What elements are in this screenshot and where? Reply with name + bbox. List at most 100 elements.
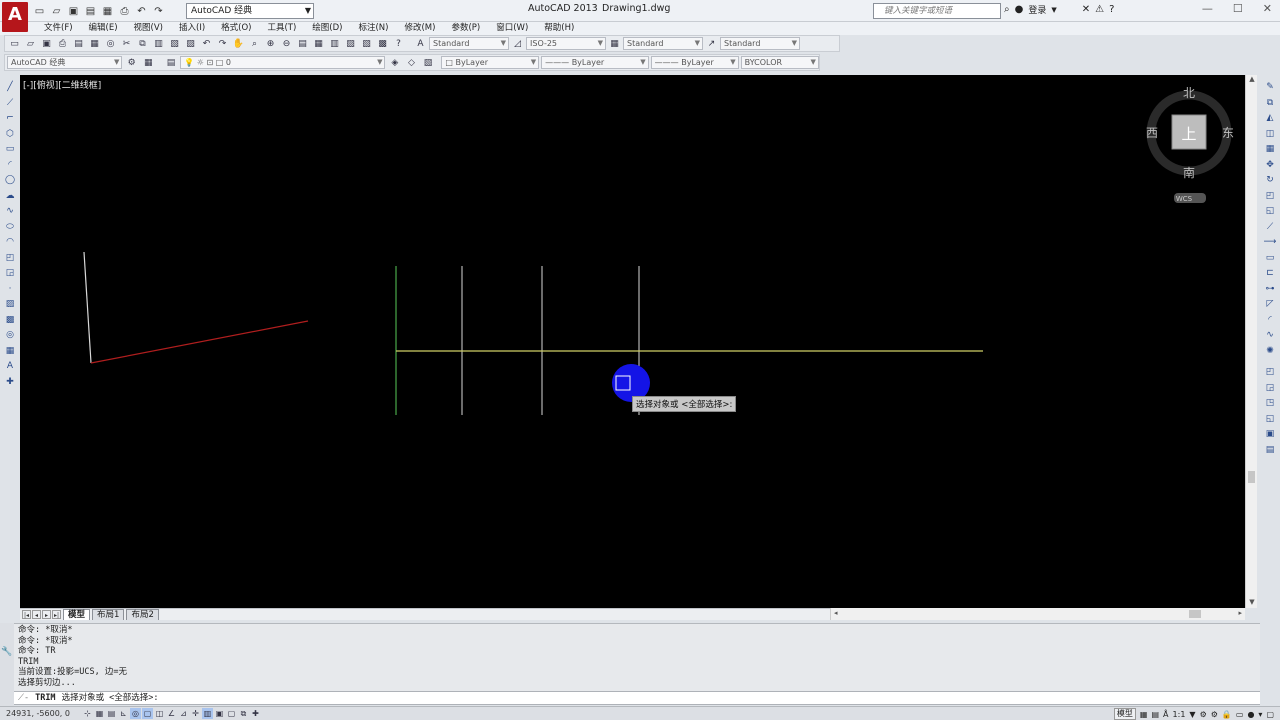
annotation-scale-value[interactable]: 1:1 xyxy=(1173,710,1186,719)
lock-icon[interactable]: 🔒 xyxy=(1222,710,1232,719)
model-space-toggle[interactable]: 模型 xyxy=(1113,708,1136,720)
line-icon[interactable]: ╱ xyxy=(3,81,17,95)
design-center-icon[interactable]: ▦ xyxy=(311,37,326,51)
plot-preview-icon[interactable]: ▤ xyxy=(71,37,86,51)
menu-insert[interactable]: 插入(I) xyxy=(171,22,213,35)
new-icon[interactable]: ▭ xyxy=(7,37,22,51)
next-tab-icon[interactable]: ▸ xyxy=(42,610,51,619)
viewcube[interactable]: 上 北 南 东 西 WCS xyxy=(1144,85,1234,215)
plot-icon[interactable]: ⎙ xyxy=(55,37,70,51)
login-button[interactable]: 登录 xyxy=(1028,3,1046,16)
explode-icon[interactable]: ✺ xyxy=(1263,345,1277,359)
workspace-toolbar-select[interactable]: AutoCAD 经典 ▼ xyxy=(7,56,123,69)
copy-icon[interactable]: ⧉ xyxy=(135,37,150,51)
dyn-icon[interactable]: ✛ xyxy=(190,708,201,719)
maximize-icon[interactable]: ☐ xyxy=(1233,2,1243,15)
drawing-canvas[interactable]: [-][俯视][二维线框] 选择对象或 <全部选择>: 上 北 南 东 西 WC… xyxy=(20,75,1245,608)
scroll-right-icon[interactable]: ▸ xyxy=(1238,609,1242,617)
make-current-icon[interactable]: ◈ xyxy=(387,56,402,70)
break-icon[interactable]: ⊏ xyxy=(1263,267,1277,281)
text-style-icon[interactable]: A xyxy=(413,37,428,51)
scroll-thumb[interactable] xyxy=(1248,471,1255,483)
stretch-icon[interactable]: ◱ xyxy=(1263,205,1277,219)
hscroll-thumb[interactable] xyxy=(1189,610,1201,618)
publish-icon[interactable]: ▦ xyxy=(100,4,115,19)
search-input[interactable]: 键入关键字或短语 xyxy=(873,3,1001,19)
circle-icon[interactable]: ◯ xyxy=(3,174,17,188)
array-icon[interactable]: ▦ xyxy=(1263,143,1277,157)
auto-scale-icon[interactable]: ⚙ xyxy=(1200,710,1207,719)
3d-dwf-icon[interactable]: ◎ xyxy=(103,37,118,51)
erase-icon[interactable]: ✎ xyxy=(1263,81,1277,95)
offset-icon[interactable]: ◫ xyxy=(1263,128,1277,142)
zoom-previous-icon[interactable]: ⊖ xyxy=(279,37,294,51)
revision-cloud-icon[interactable]: ☁ xyxy=(3,190,17,204)
menu-parametric[interactable]: 参数(P) xyxy=(443,22,488,35)
layer-properties-icon[interactable]: ▤ xyxy=(164,56,179,70)
draworder-back-icon[interactable]: ◲ xyxy=(1263,382,1277,396)
isolate-objects-icon[interactable]: ● xyxy=(1247,710,1254,719)
vertical-scrollbar[interactable]: ▲ ▼ xyxy=(1245,75,1257,608)
paste-icon[interactable]: ▥ xyxy=(151,37,166,51)
region-icon[interactable]: ◎ xyxy=(3,329,17,343)
annotation-monitor-icon[interactable]: ✚ xyxy=(250,708,261,719)
menu-draw[interactable]: 绘图(D) xyxy=(304,22,350,35)
new-file-icon[interactable]: ▭ xyxy=(32,4,47,19)
annotation-scale-icon[interactable]: Å xyxy=(1163,710,1168,719)
ortho-icon[interactable]: ⊾ xyxy=(118,708,129,719)
pan-icon[interactable]: ✋ xyxy=(231,37,246,51)
polyline-icon[interactable]: ⌐ xyxy=(3,112,17,126)
redo-icon[interactable]: ↷ xyxy=(215,37,230,51)
menu-file[interactable]: 文件(F) xyxy=(36,22,81,35)
cut-icon[interactable]: ✂ xyxy=(119,37,134,51)
table-icon[interactable]: ▦ xyxy=(3,345,17,359)
gear-icon[interactable]: ⚙ xyxy=(124,56,139,70)
hardware-acceleration-icon[interactable]: ▭ xyxy=(1236,710,1244,719)
undo-icon[interactable]: ↶ xyxy=(199,37,214,51)
infer-constraints-icon[interactable]: ⊹ xyxy=(82,708,93,719)
a360-icon[interactable]: ⚠ xyxy=(1095,4,1104,15)
menu-edit[interactable]: 编辑(E) xyxy=(81,22,126,35)
color-select[interactable]: □ ByLayer ▼ xyxy=(441,56,540,69)
draworder-below-icon[interactable]: ◱ xyxy=(1263,413,1277,427)
annotation-visibility-icon[interactable]: ▼ xyxy=(1189,710,1195,719)
quick-properties-icon[interactable]: ▢ xyxy=(226,708,237,719)
workspace-switch-icon[interactable]: ⚙ xyxy=(1211,710,1218,719)
rotate-icon[interactable]: ↻ xyxy=(1263,174,1277,188)
customization-icon[interactable]: ▾ xyxy=(1258,710,1262,719)
close-icon[interactable]: ✕ xyxy=(1263,2,1272,15)
clean-screen-icon[interactable]: ▢ xyxy=(1266,710,1274,719)
menu-modify[interactable]: 修改(M) xyxy=(396,22,443,35)
fillet-icon[interactable]: ◜ xyxy=(1263,314,1277,328)
layer-state-icon[interactable]: ▧ xyxy=(421,56,436,70)
lineweight-icon[interactable]: ▥ xyxy=(202,708,213,719)
mtext-icon[interactable]: A xyxy=(3,360,17,374)
binoculars-icon[interactable]: ⌕ xyxy=(1004,4,1010,15)
wrench-icon[interactable]: 🔧 xyxy=(1,647,12,657)
layer-select[interactable]: 💡 ☼ ⊡ □ 0 ▼ xyxy=(180,56,386,69)
scale-icon[interactable]: ◰ xyxy=(1263,190,1277,204)
insert-block-icon[interactable]: ◰ xyxy=(3,252,17,266)
grid-icon[interactable]: ▤ xyxy=(106,708,117,719)
add-selected-icon[interactable]: ✚ xyxy=(3,376,17,390)
chevron-down-icon[interactable]: ▼ xyxy=(1051,6,1056,14)
horizontal-scrollbar[interactable]: ◂ ▸ xyxy=(830,608,1245,620)
copy-object-icon[interactable]: ⧉ xyxy=(1263,97,1277,111)
undo-icon[interactable]: ↶ xyxy=(134,4,149,19)
block-editor-icon[interactable]: ▨ xyxy=(183,37,198,51)
autocad-logo-icon[interactable]: A xyxy=(2,2,28,32)
selection-cycling-icon[interactable]: ⧉ xyxy=(238,708,249,719)
properties-icon[interactable]: ▤ xyxy=(295,37,310,51)
table-style-icon[interactable]: ▦ xyxy=(607,37,622,51)
command-line-handle[interactable]: 🔧 xyxy=(0,623,14,706)
trim-icon[interactable]: ⟋ xyxy=(1263,221,1277,235)
spline-icon[interactable]: ∿ xyxy=(3,205,17,219)
rectangle-icon[interactable]: ▭ xyxy=(3,143,17,157)
quick-view-layouts-icon[interactable]: ▦ xyxy=(1140,710,1148,719)
zoom-window-icon[interactable]: ⊕ xyxy=(263,37,278,51)
construction-line-icon[interactable]: ⟋ xyxy=(3,97,17,111)
exchange-icon[interactable]: ✕ xyxy=(1082,4,1090,15)
draworder-front-icon[interactable]: ◰ xyxy=(1263,366,1277,380)
sheet-set-icon[interactable]: ▨ xyxy=(343,37,358,51)
first-tab-icon[interactable]: |◂ xyxy=(22,610,31,619)
